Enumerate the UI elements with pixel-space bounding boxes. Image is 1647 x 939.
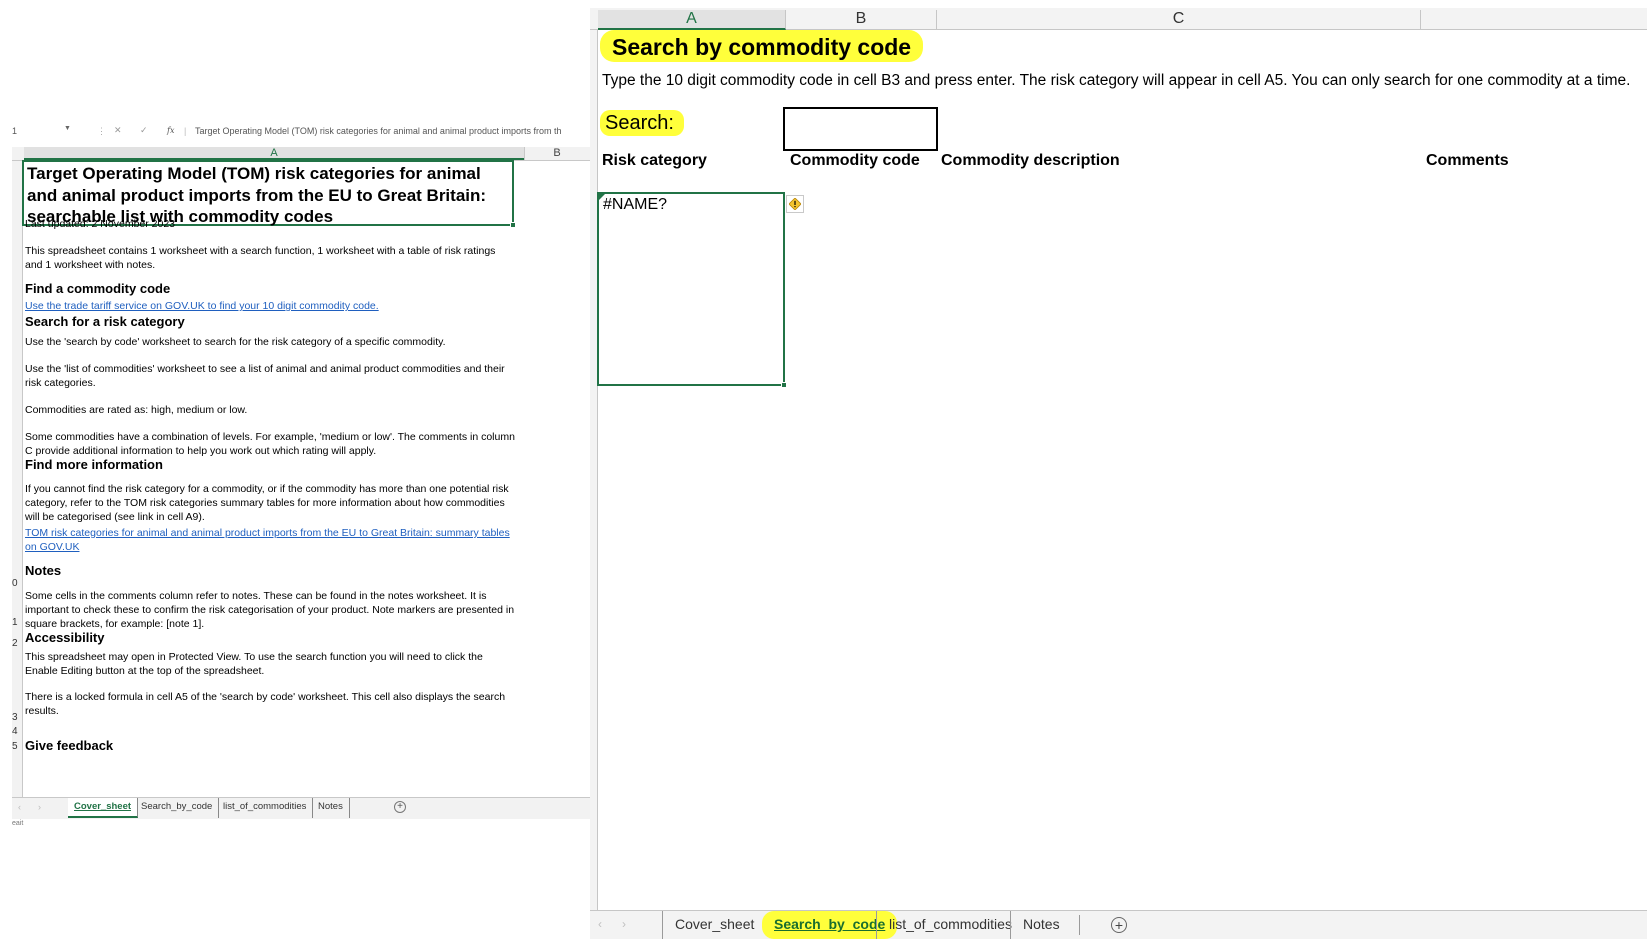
more-info-heading: Find more information xyxy=(25,457,163,472)
column-header-a[interactable]: A xyxy=(24,147,524,160)
find-code-heading: Find a commodity code xyxy=(25,281,171,296)
trade-tariff-link[interactable]: Use the trade tariff service on GOV.UK t… xyxy=(25,299,515,313)
row-headers xyxy=(590,30,598,910)
feedback-heading: Give feedback xyxy=(25,738,114,753)
page-title: Search by commodity code xyxy=(600,30,924,62)
add-sheet-icon[interactable]: + xyxy=(394,801,406,813)
name-box-dropdown-icon[interactable]: ▼ xyxy=(64,125,71,132)
scroll-left-icon[interactable]: ‹ xyxy=(598,917,602,931)
comments-header: Comments xyxy=(1426,152,1509,169)
commodity-description-header: Commodity description xyxy=(941,152,1120,169)
add-sheet-icon[interactable]: + xyxy=(1111,917,1127,933)
tab-notes[interactable]: Notes xyxy=(312,798,350,818)
enter-icon[interactable]: ✓ xyxy=(140,125,148,136)
fill-handle[interactable] xyxy=(781,382,787,388)
function-icon[interactable]: fx xyxy=(167,126,174,135)
tab-search-by-code[interactable]: Search_by_code xyxy=(135,798,220,818)
row-headers xyxy=(12,161,23,797)
sheet-tab-bar: ‹ › Cover_sheet Search_by_code list_of_c… xyxy=(12,797,590,819)
row-number[interactable]: 0 xyxy=(12,578,18,589)
sheet-tab-bar: ‹ › Cover_sheet Search_by_code list_of_c… xyxy=(590,910,1647,939)
column-headers: A B C xyxy=(590,8,1647,30)
result-value: #NAME? xyxy=(603,196,668,213)
search-label: Search: xyxy=(600,110,684,136)
search-text-2: Use the 'list of commodities' worksheet … xyxy=(25,363,505,389)
search-instructions: Type the 10 digit commodity code in cell… xyxy=(602,72,1631,89)
error-indicator xyxy=(599,194,605,200)
commodity-code-header: Commodity code xyxy=(790,152,920,169)
column-header-b[interactable]: B xyxy=(786,10,937,30)
cancel-icon[interactable]: ✕ xyxy=(114,125,122,136)
row-number[interactable]: 3 xyxy=(12,712,18,723)
summary-tables-link[interactable]: TOM risk categories for animal and anima… xyxy=(25,526,515,554)
tab-cover-sheet[interactable]: Cover_sheet xyxy=(68,798,139,818)
search-text-4: Some commodities have a combination of l… xyxy=(25,431,515,457)
accessibility-text-1: This spreadsheet may open in Protected V… xyxy=(25,651,483,677)
scroll-right-icon[interactable]: › xyxy=(622,917,626,931)
formula-bar: 1 ▼ ⋮ ✕ ✓ fx | Target Operating Model (T… xyxy=(12,122,590,142)
formula-bar-separator: ⋮ xyxy=(97,126,106,136)
column-headers: A B xyxy=(12,147,590,161)
status-bar-text: eait xyxy=(12,820,24,827)
row-number[interactable]: 1 xyxy=(12,617,18,628)
cover-sheet-window: 1 ▼ ⋮ ✕ ✓ fx | Target Operating Model (T… xyxy=(0,0,590,939)
column-header-c[interactable]: C xyxy=(937,10,1421,30)
search-text-3: Commodities are rated as: high, medium o… xyxy=(25,404,248,416)
scroll-right-icon[interactable]: › xyxy=(38,802,41,812)
search-heading: Search for a risk category xyxy=(25,314,185,329)
error-warning-icon[interactable] xyxy=(786,195,804,213)
search-sheet-window: A B C Search by commodity code Type the … xyxy=(590,0,1647,939)
last-updated: Last updated: 2 November 2023 xyxy=(25,218,176,230)
row-number[interactable]: 2 xyxy=(12,638,18,649)
tab-list-of-commodities[interactable]: list_of_commodities xyxy=(876,911,1024,939)
risk-category-result-cell[interactable]: #NAME? xyxy=(597,192,787,388)
row-number[interactable]: 5 xyxy=(12,741,18,752)
tab-cover-sheet[interactable]: Cover_sheet xyxy=(662,911,766,939)
column-header-b[interactable]: B xyxy=(524,147,589,160)
accessibility-text-2: There is a locked formula in cell A5 of … xyxy=(25,691,506,717)
notes-text: Some cells in the comments column refer … xyxy=(25,590,515,630)
formula-input[interactable]: Target Operating Model (TOM) risk catego… xyxy=(195,126,590,136)
notes-heading: Notes xyxy=(25,563,62,578)
more-info-text: If you cannot find the risk category for… xyxy=(25,483,509,523)
name-box[interactable]: 1 xyxy=(12,126,17,136)
risk-category-header: Risk category xyxy=(602,152,707,169)
accessibility-heading: Accessibility xyxy=(25,630,105,645)
formula-bar-divider: | xyxy=(184,126,187,136)
tab-list-of-commodities[interactable]: list_of_commodities xyxy=(217,798,314,818)
intro-text: This spreadsheet contains 1 worksheet wi… xyxy=(25,245,496,271)
tab-notes[interactable]: Notes xyxy=(1010,911,1072,939)
column-header-a[interactable]: A xyxy=(598,10,786,30)
tab-separator xyxy=(1079,915,1080,935)
search-text-1: Use the 'search by code' worksheet to se… xyxy=(25,336,446,348)
scroll-left-icon[interactable]: ‹ xyxy=(18,802,21,812)
commodity-code-input[interactable] xyxy=(783,107,938,151)
row-number[interactable]: 4 xyxy=(12,726,18,737)
